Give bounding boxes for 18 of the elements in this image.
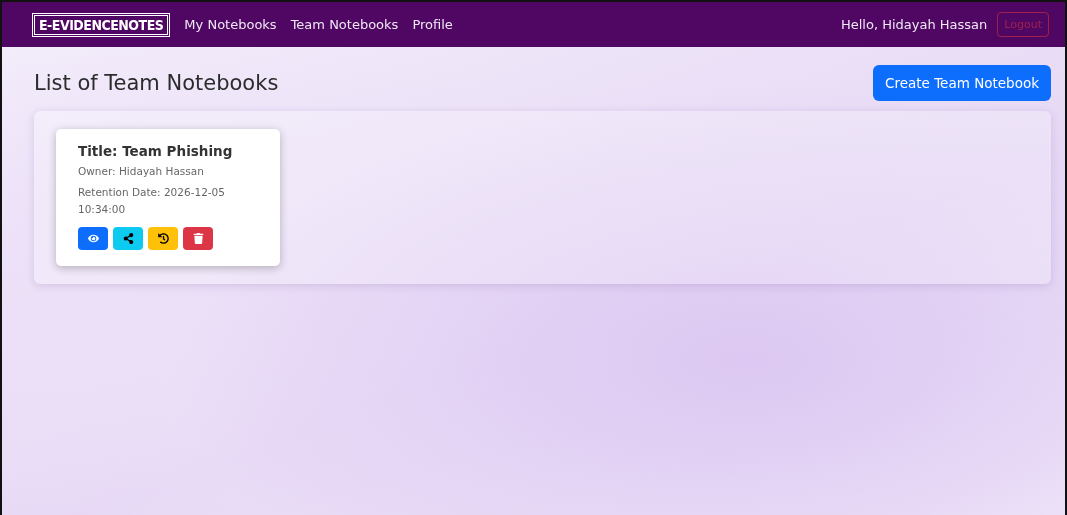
- history-icon: [157, 233, 169, 245]
- share-button[interactable]: [113, 227, 143, 251]
- nav-link[interactable]: My Notebooks: [184, 17, 277, 32]
- notebook-title: Title: Team Phishing: [78, 143, 234, 159]
- view-button[interactable]: [78, 227, 108, 251]
- history-button[interactable]: [148, 227, 178, 251]
- notebook-owner: Owner: Hidayah Hassan: [78, 164, 205, 179]
- nav-link[interactable]: Team Notebooks: [290, 17, 399, 32]
- nav-link[interactable]: Profile: [412, 17, 453, 32]
- create-team-notebook-button[interactable]: Create Team Notebook: [873, 65, 1051, 101]
- trash-icon: [192, 233, 204, 245]
- retention-date: Retention Date: 2026-12-05 10:34:00: [78, 184, 226, 217]
- brand-logo[interactable]: E-EVIDENCENOTES: [32, 12, 171, 37]
- delete-button[interactable]: [183, 227, 213, 251]
- share-icon: [122, 233, 134, 245]
- greeting-text: Hello, Hidayah Hassan: [840, 17, 988, 32]
- eye-icon: [87, 233, 99, 245]
- page-heading: List of Team Notebooks: [34, 71, 279, 95]
